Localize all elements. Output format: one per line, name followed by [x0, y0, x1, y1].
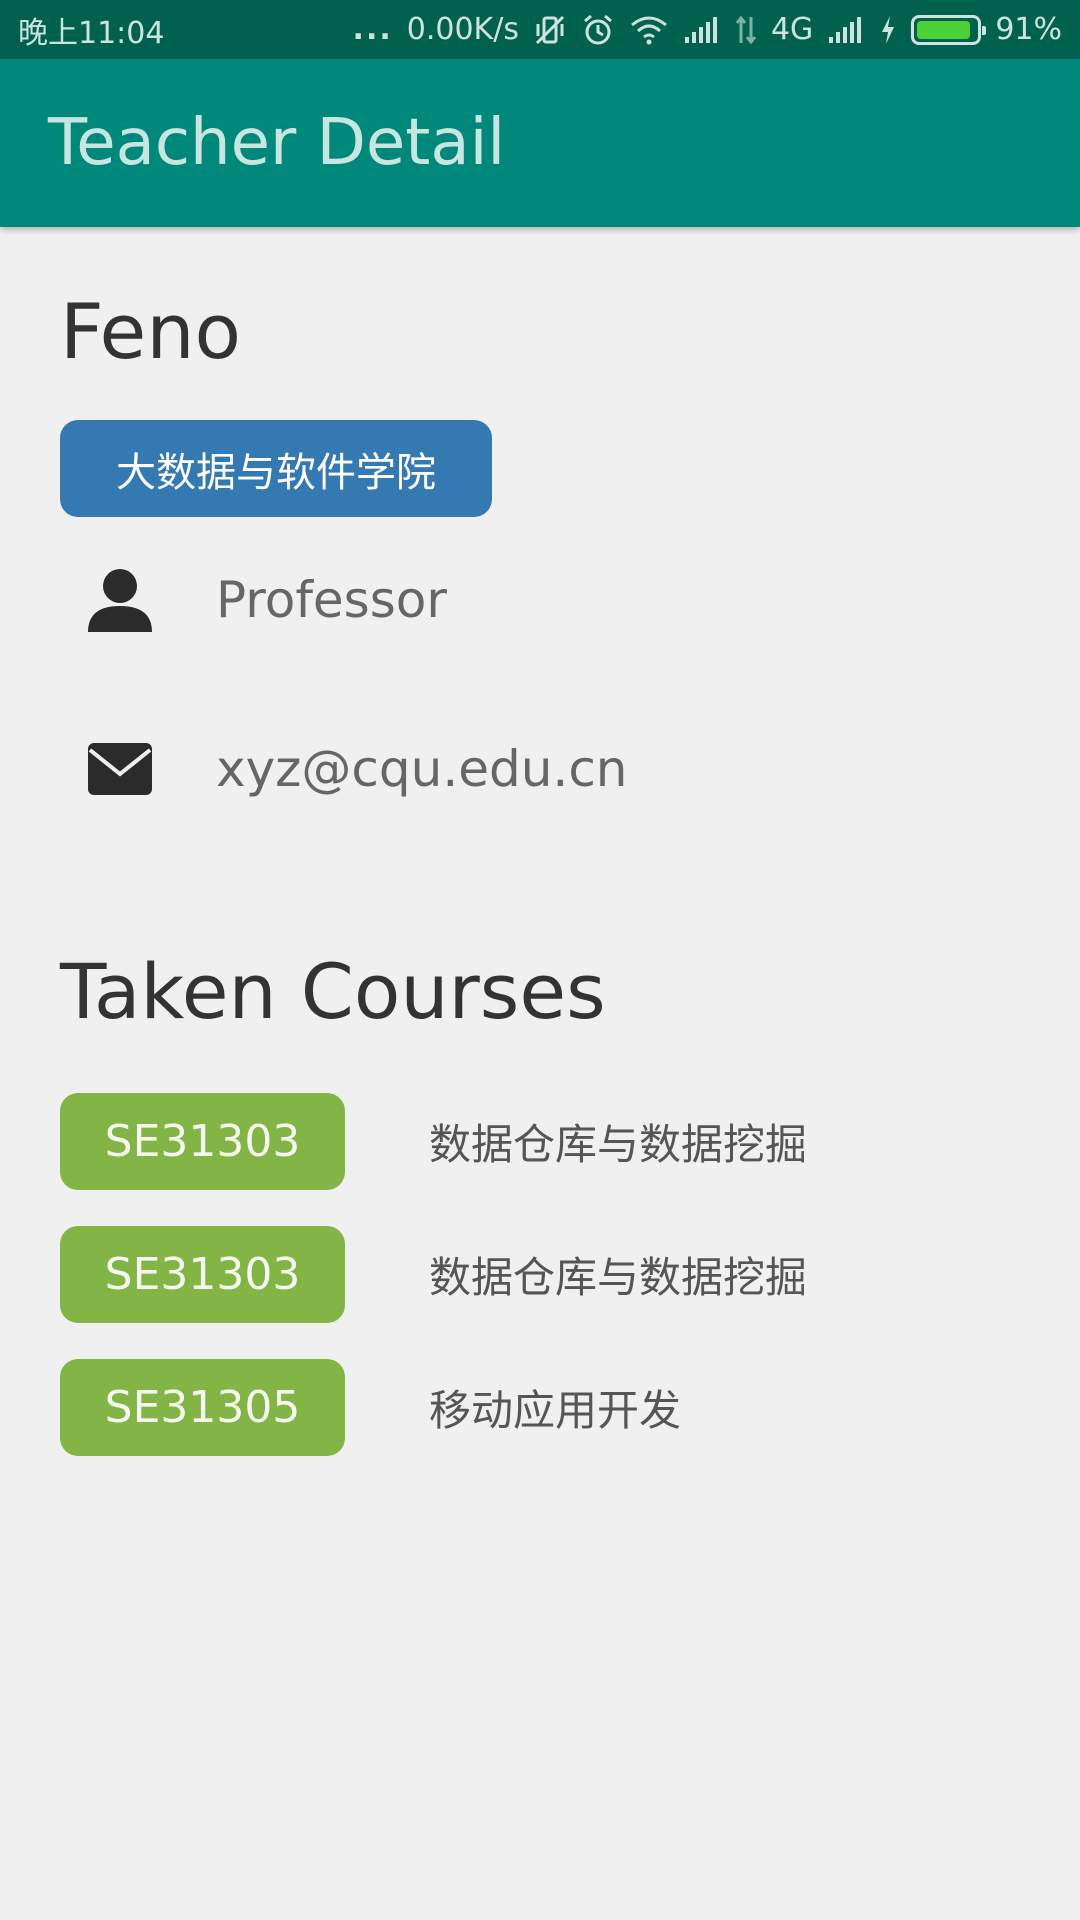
- more-dots: ...: [352, 12, 393, 47]
- course-name: 数据仓库与数据挖掘: [429, 1253, 808, 1302]
- mail-icon: [60, 729, 180, 809]
- teacher-email[interactable]: xyz@cqu.edu.cn: [216, 740, 628, 798]
- department-badge[interactable]: 大数据与软件学院: [60, 420, 492, 517]
- course-code-badge[interactable]: SE31303: [60, 1093, 345, 1190]
- status-bar: 晚上11:04 ... 0.00K/s 4G 91%: [0, 0, 1080, 59]
- signal-icon: [827, 15, 865, 45]
- signal-icon: [683, 15, 721, 45]
- network-speed: 0.00K/s: [406, 12, 519, 47]
- person-icon: [60, 560, 180, 640]
- teacher-name: Feno: [60, 287, 241, 376]
- course-name: 移动应用开发: [429, 1386, 682, 1435]
- vibrate-off-icon: [533, 13, 567, 47]
- battery-level: [917, 20, 971, 39]
- alarm-icon: [581, 13, 615, 47]
- battery-percent: 91%: [995, 12, 1062, 47]
- data-arrows-icon: [735, 15, 757, 45]
- charging-icon: [879, 15, 897, 45]
- course-code-badge[interactable]: SE31303: [60, 1226, 345, 1323]
- teacher-title: Professor: [216, 571, 447, 629]
- page-title: Teacher Detail: [48, 106, 506, 180]
- course-name: 数据仓库与数据挖掘: [429, 1120, 808, 1169]
- course-code-badge[interactable]: SE31305: [60, 1359, 345, 1456]
- wifi-icon: [629, 14, 669, 46]
- battery-icon: [911, 14, 987, 45]
- course-item[interactable]: SE31303 数据仓库与数据挖掘: [60, 1226, 1020, 1323]
- course-item[interactable]: SE31305 移动应用开发: [60, 1359, 1020, 1456]
- courses-heading: Taken Courses: [60, 947, 606, 1036]
- status-time: 晚上11:04: [18, 15, 165, 51]
- status-icons: ... 0.00K/s 4G 91%: [353, 12, 1062, 47]
- network-type: 4G: [770, 12, 814, 47]
- teacher-title-row: Professor: [60, 560, 1020, 640]
- course-item[interactable]: SE31303 数据仓库与数据挖掘: [60, 1093, 1020, 1190]
- app-toolbar: Teacher Detail: [0, 59, 1080, 227]
- teacher-email-row: xyz@cqu.edu.cn: [60, 729, 1020, 809]
